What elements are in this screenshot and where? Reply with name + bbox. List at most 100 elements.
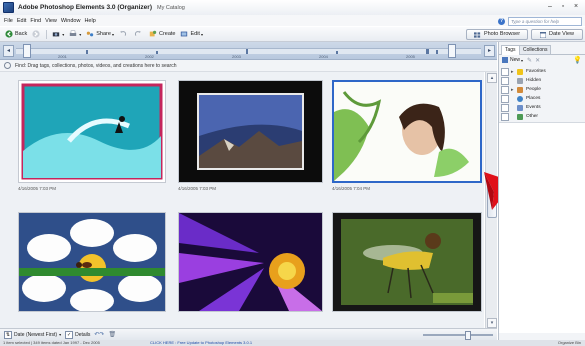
trash-button[interactable]: 🗑 bbox=[108, 331, 116, 338]
delete-tag-icon[interactable]: ✕ bbox=[535, 57, 540, 64]
app-icon bbox=[3, 2, 14, 13]
rotate-right-button[interactable] bbox=[134, 30, 144, 38]
people-icon bbox=[517, 86, 523, 93]
menu-find[interactable]: Find bbox=[30, 18, 41, 24]
maximize-button[interactable]: ▫ bbox=[557, 2, 569, 12]
tag-checkbox[interactable] bbox=[501, 94, 509, 103]
menu-edit[interactable]: Edit bbox=[17, 18, 26, 24]
status-selection: 1 item selected | 349 items dated Jan 19… bbox=[3, 340, 100, 345]
purple-flower-image bbox=[179, 213, 322, 311]
photo-thumbnail-purple-flower[interactable] bbox=[178, 212, 323, 312]
back-arrow-icon bbox=[5, 30, 13, 38]
rotate-left-button[interactable] bbox=[119, 30, 129, 38]
new-icon bbox=[502, 57, 508, 63]
photo-thumbnail-storm[interactable] bbox=[178, 80, 323, 183]
expand-arrow-icon[interactable]: ▸ bbox=[511, 87, 514, 93]
photo-date: 4/16/2005 7:03 PM bbox=[18, 186, 57, 191]
tab-collections[interactable]: Collections bbox=[519, 45, 552, 54]
scroll-up-button[interactable]: ▴ bbox=[487, 73, 497, 83]
timeline[interactable]: ◂ 2001 2002 2003 2004 2005 ▸ bbox=[0, 42, 497, 60]
timeline-start-handle[interactable] bbox=[23, 44, 31, 58]
create-button[interactable]: Create bbox=[149, 30, 175, 38]
rotate-buttons[interactable]: ↶↷ bbox=[94, 331, 104, 338]
calendar-icon bbox=[517, 104, 523, 111]
new-tag-button[interactable]: New ▾ bbox=[502, 57, 523, 63]
create-icon bbox=[149, 30, 157, 37]
timeline-end-handle[interactable] bbox=[448, 44, 456, 58]
timeline-year: 2005 bbox=[406, 54, 415, 59]
tab-tags[interactable]: Tags bbox=[501, 45, 520, 55]
timeline-left-arrow[interactable]: ◂ bbox=[3, 45, 14, 57]
printer-icon bbox=[70, 30, 77, 36]
update-link[interactable]: CLICK HERE : Free Update to Photoshop El… bbox=[150, 340, 252, 346]
tag-checkbox[interactable] bbox=[501, 85, 509, 94]
daisy-ant-image bbox=[19, 213, 165, 311]
tag-checkbox[interactable] bbox=[501, 67, 509, 76]
calendar-icon bbox=[540, 31, 547, 38]
tag-list: ▸ Favorites Hidden ▸ People Places Event… bbox=[499, 67, 585, 130]
edit-button[interactable]: Edit ▾ bbox=[180, 30, 203, 38]
get-photos-button[interactable]: ▾ bbox=[52, 30, 64, 38]
minimize-button[interactable]: – bbox=[544, 2, 556, 12]
print-button[interactable]: ▾ bbox=[69, 30, 81, 38]
menu-file[interactable]: File bbox=[4, 18, 13, 24]
tag-item-places[interactable]: Places bbox=[499, 94, 585, 103]
fly-image bbox=[333, 213, 481, 311]
help-search-input[interactable]: Type a question for help bbox=[508, 17, 582, 26]
organize-bin-toggle[interactable]: Organize Bin bbox=[558, 340, 581, 346]
timeline-year: 2002 bbox=[145, 54, 154, 59]
menu-window[interactable]: Window bbox=[61, 18, 81, 24]
hidden-icon bbox=[517, 77, 523, 84]
panel-toolbar: New ▾ ✎ ✕ 💡 bbox=[499, 55, 585, 65]
tag-checkbox[interactable] bbox=[501, 103, 509, 112]
photo-thumbnail-woman[interactable] bbox=[332, 80, 482, 183]
timeline-right-arrow[interactable]: ▸ bbox=[484, 45, 495, 57]
tag-checkbox[interactable] bbox=[501, 112, 509, 121]
back-button[interactable]: Back bbox=[5, 30, 27, 38]
tag-item-other[interactable]: Other bbox=[499, 112, 585, 121]
close-button[interactable]: × bbox=[570, 2, 582, 12]
details-checkbox[interactable]: ✓ Details bbox=[65, 330, 90, 339]
rotate-left-icon bbox=[120, 30, 127, 36]
forward-button[interactable] bbox=[32, 30, 42, 38]
timeline-year: 2003 bbox=[232, 54, 241, 59]
menu-help[interactable]: Help bbox=[84, 18, 95, 24]
photo-grid: 4/16/2005 7:03 PM 4/16/2005 7:03 PM 4/16… bbox=[0, 72, 484, 328]
camera-icon bbox=[53, 32, 60, 37]
edit-tag-icon[interactable]: ✎ bbox=[527, 57, 532, 64]
tag-item-favorites[interactable]: ▸ Favorites bbox=[499, 67, 585, 76]
date-view-button[interactable]: Date View bbox=[531, 29, 583, 40]
thumbnail-size-slider[interactable] bbox=[423, 330, 493, 340]
help-icon[interactable]: ? bbox=[498, 18, 505, 25]
share-button[interactable]: Share ▾ bbox=[86, 30, 114, 38]
sort-dropdown[interactable]: ⇅ Date (Newest First) ▾ bbox=[4, 330, 61, 339]
status-bar: 1 item selected | 349 items dated Jan 19… bbox=[0, 340, 585, 346]
rotate-right-icon bbox=[134, 30, 141, 36]
other-icon bbox=[517, 113, 523, 120]
tag-item-people[interactable]: ▸ People bbox=[499, 85, 585, 94]
scroll-down-button[interactable]: ▾ bbox=[487, 318, 497, 328]
photo-thumbnail-fly[interactable] bbox=[332, 212, 482, 312]
photo-browser-button[interactable]: Photo Browser bbox=[466, 29, 528, 40]
expand-arrow-icon[interactable]: ▸ bbox=[511, 69, 514, 75]
find-bar[interactable]: Find: Drag tags, collections, photos, vi… bbox=[0, 60, 497, 72]
tag-item-events[interactable]: Events bbox=[499, 103, 585, 112]
title-bar: Adobe Photoshop Elements 3.0 (Organizer)… bbox=[0, 0, 585, 16]
lightbulb-icon[interactable]: 💡 bbox=[573, 56, 582, 64]
woman-image bbox=[334, 82, 480, 181]
photo-thumbnail-surfer[interactable] bbox=[18, 80, 166, 183]
toolbar-separator bbox=[46, 29, 48, 39]
panel-tabs: Tags Collections bbox=[499, 45, 585, 55]
tag-checkbox[interactable] bbox=[501, 76, 509, 85]
star-icon bbox=[517, 68, 523, 75]
checkbox-icon: ✓ bbox=[65, 330, 74, 339]
tag-list-empty-area bbox=[499, 122, 585, 333]
globe-icon bbox=[517, 95, 523, 102]
share-icon bbox=[87, 31, 94, 37]
tag-item-hidden[interactable]: Hidden bbox=[499, 76, 585, 85]
surfer-image bbox=[19, 81, 165, 182]
edit-icon bbox=[181, 31, 188, 37]
photo-thumbnail-daisy-ant[interactable] bbox=[18, 212, 166, 312]
timeline-year: 2004 bbox=[319, 54, 328, 59]
menu-view[interactable]: View bbox=[45, 18, 57, 24]
